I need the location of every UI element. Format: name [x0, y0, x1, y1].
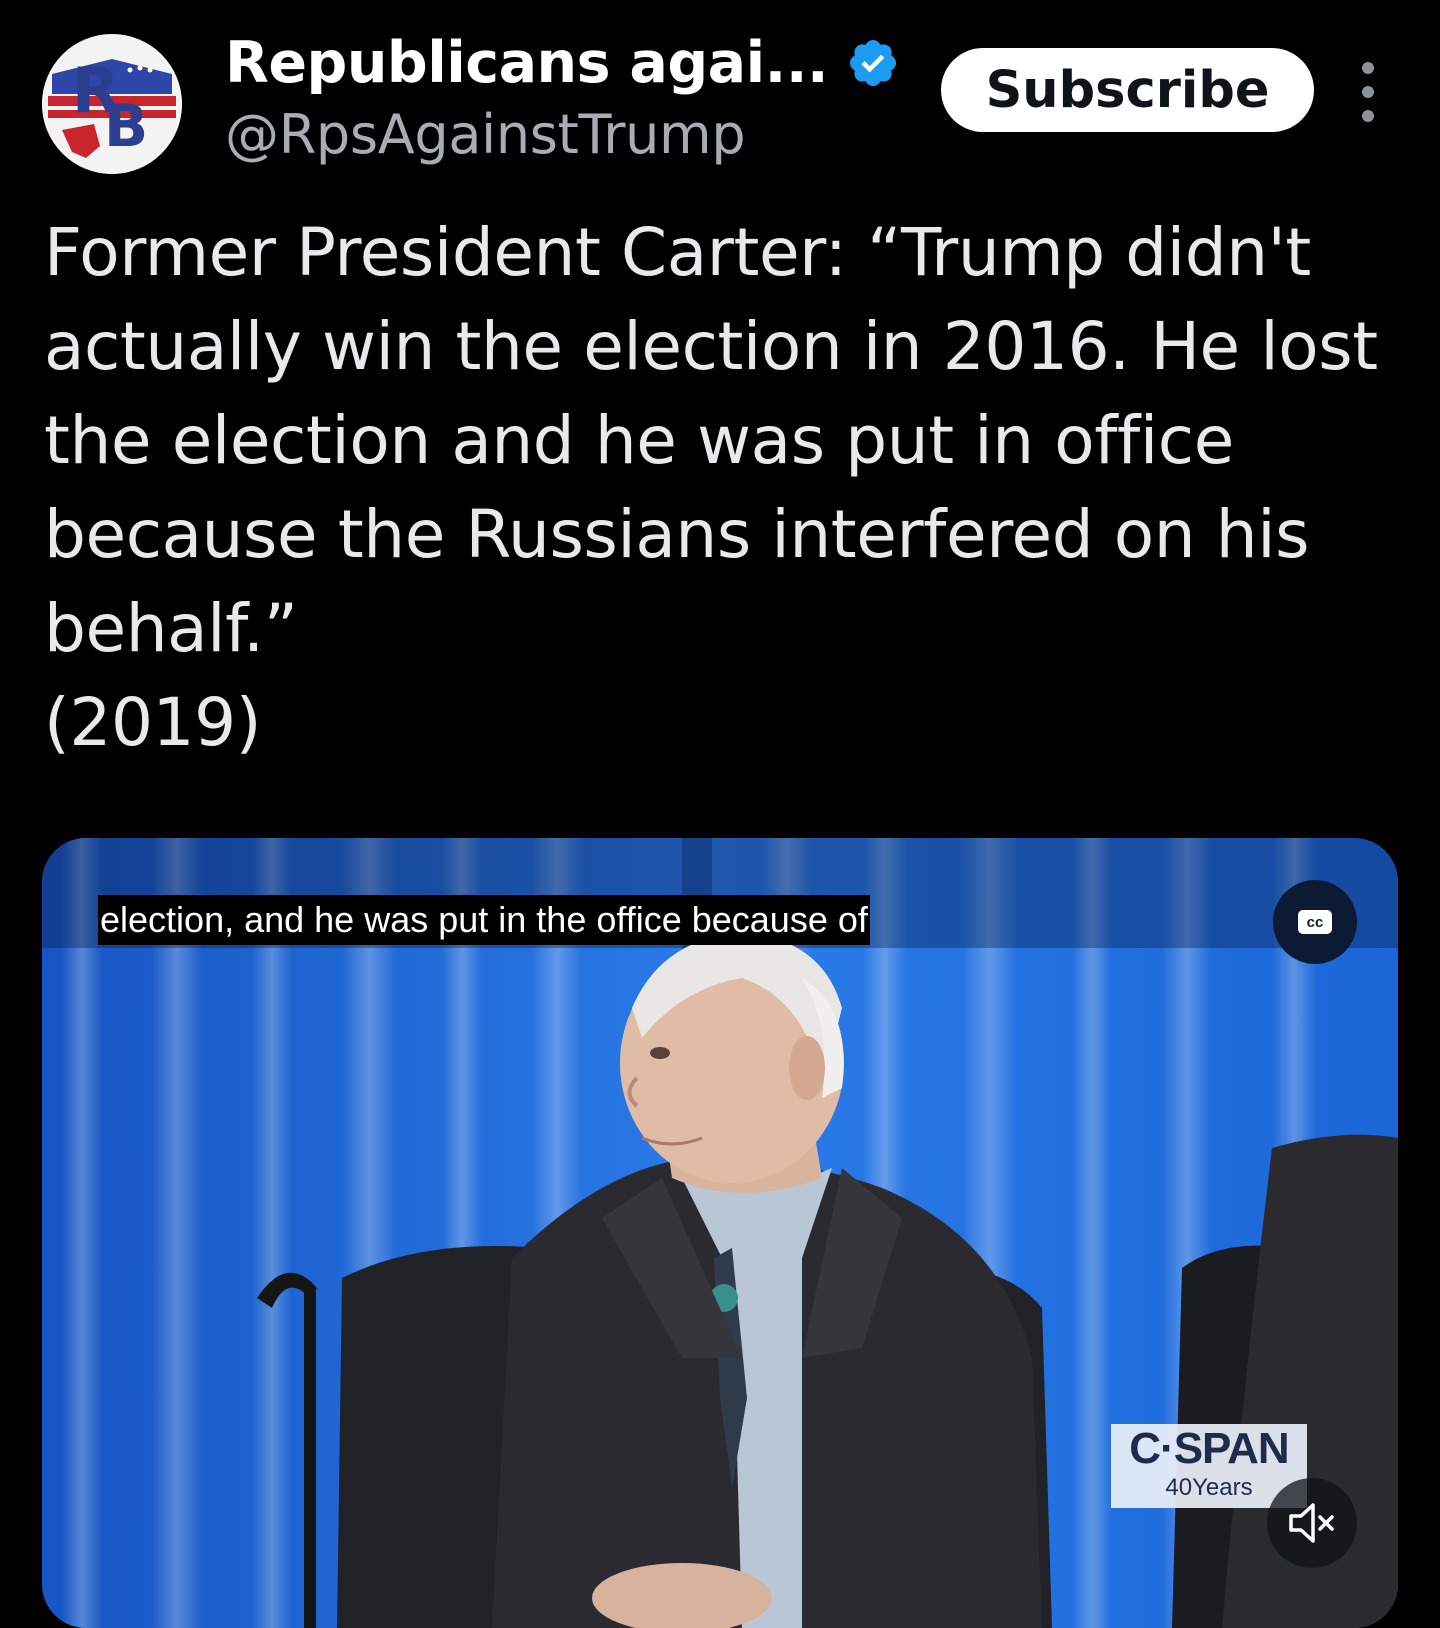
mute-toggle-button[interactable] [1267, 1478, 1357, 1568]
closed-caption-text: election, and he was put in the office b… [98, 895, 870, 945]
tweet-line: Former President Carter: “Trump didn't [44, 214, 1311, 291]
video-frame [42, 838, 1398, 1628]
more-vertical-icon-dot [1362, 86, 1374, 98]
tweet-line: actually win the election in 2016. He lo… [44, 308, 1378, 385]
cspan-watermark-main: C·SPAN [1129, 1424, 1289, 1473]
more-options-button[interactable] [1352, 62, 1384, 122]
more-vertical-icon [1362, 62, 1374, 74]
author-handle[interactable]: @RpsAgainstTrump [225, 103, 746, 166]
subscribe-button[interactable]: Subscribe [941, 48, 1314, 132]
speaker-muted-icon [1289, 1503, 1334, 1543]
tweet-text: Former President Carter: “Trump didn't a… [44, 206, 1424, 770]
tweet-line: the election and he was put in office [44, 402, 1234, 479]
svg-text:B: B [104, 92, 148, 160]
avatar[interactable]: R B [42, 34, 182, 174]
tweet-line: behalf.” [44, 590, 298, 667]
closed-captions-button[interactable]: cc [1273, 880, 1357, 964]
tweet-line: (2019) [44, 684, 262, 761]
author-name-row[interactable]: Republicans agai... [225, 28, 900, 98]
more-vertical-icon-dot [1362, 110, 1374, 122]
closed-captions-icon: cc [1298, 910, 1332, 934]
video-player[interactable]: election, and he was put in the office b… [42, 838, 1398, 1628]
avatar-logo: R B [42, 34, 182, 174]
display-name[interactable]: Republicans agai... [225, 30, 829, 96]
verified-badge-icon [846, 36, 900, 90]
tweet-line: because the Russians interfered on his [44, 496, 1310, 573]
